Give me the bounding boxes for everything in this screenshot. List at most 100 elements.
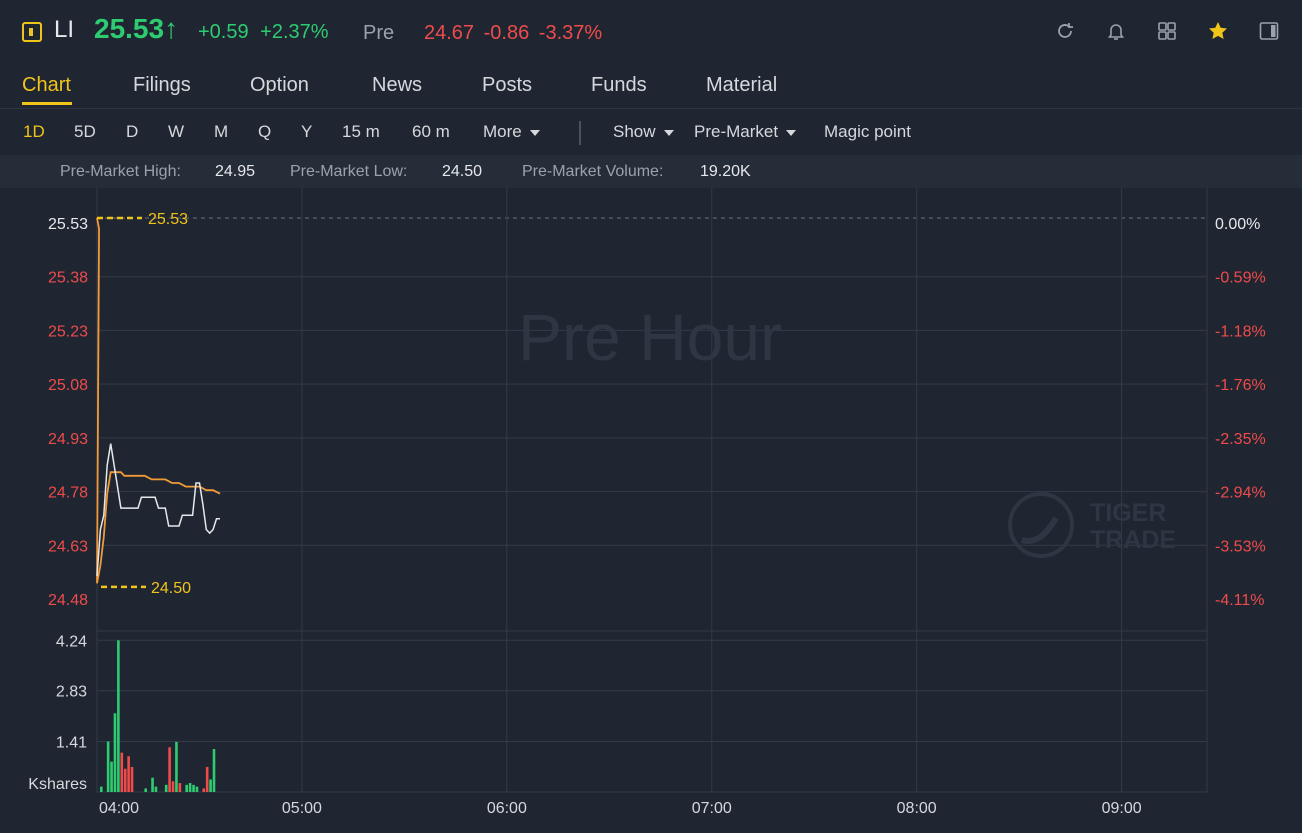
tiger-logo-icon [1008,492,1074,558]
change-percent: +2.37% [260,21,329,43]
panel-icon[interactable] [1258,20,1280,42]
more-label: More [483,122,522,141]
pre-market-low-label: Pre-Market Low: [290,163,408,180]
low-marker-label: 24.50 [151,580,191,597]
brand-watermark-line-2: TRADE [1090,526,1176,554]
tab-material[interactable]: Material [706,74,777,97]
toolbar-divider [579,121,581,145]
star-icon[interactable] [1207,20,1229,42]
period-m[interactable]: M [214,122,228,142]
pre-market-stats: Pre-Market High: 24.95 Pre-Market Low: 2… [0,155,1302,188]
period-15m[interactable]: 15 m [342,122,380,142]
tab-option[interactable]: Option [250,74,309,97]
volume-bar [202,788,206,792]
volume-tick-label: 1.41 [56,735,87,752]
show-dropdown[interactable]: Show [613,122,674,142]
period-5d[interactable]: 5D [74,122,96,142]
volume-bar [185,784,188,792]
pre-market-label: Pre-Market [694,122,779,141]
volume-bar [127,756,130,792]
price-axis: 25.53 25.38 25.23 25.08 24.93 24.78 24.63 24.48 [48,216,88,609]
change-value: +0.59 [198,21,249,43]
volume-bars [100,640,216,792]
period-60m[interactable]: 60 m [412,122,450,142]
pre-market-high-label: Pre-Market High: [60,163,181,180]
period-w[interactable]: W [168,122,184,142]
volume-bar [195,786,199,792]
time-tick-label: 06:00 [487,800,527,817]
price-tick-label: 25.38 [48,270,88,287]
more-dropdown[interactable]: More [483,122,540,142]
volume-bar [144,788,147,792]
time-tick-label: 05:00 [282,800,322,817]
brand-watermark-line-1: TIGER [1090,499,1166,527]
pre-market-volume-label: Pre-Market Volume: [522,163,664,180]
volume-bar [212,749,216,792]
watchlist-toggle-icon[interactable] [22,22,42,42]
bell-icon[interactable] [1105,20,1127,42]
volume-bar [130,766,134,792]
price-change: +0.59 +2.37% [198,21,329,44]
percent-tick-label: -3.53% [1215,538,1266,555]
section-tabs: Chart Filings Option News Posts Funds Ma… [0,64,1302,109]
intraday-chart[interactable]: Pre Hour TIGER TRADE 25.53 25.38 25.23 25.0… [0,188,1302,833]
average-price-line [96,217,221,584]
pre-market-quote: 24.67 -0.86 -3.37% [424,22,602,45]
time-tick-label: 04:00 [99,800,139,817]
show-label: Show [613,122,656,141]
percent-tick-label: -0.59% [1215,270,1266,287]
pre-market-change: -0.86 [483,22,530,44]
price-tick-label: 24.93 [48,431,88,448]
high-marker-label: 25.53 [148,211,188,228]
tab-filings[interactable]: Filings [133,74,191,97]
tab-chart[interactable]: Chart [22,74,71,97]
percent-tick-label: 0.00% [1215,216,1260,233]
percent-axis: 0.00% -0.59% -1.18% -1.76% -2.35% -2.94% -3.53… [1215,216,1266,609]
pre-market-price: 24.67 [424,22,475,44]
volume-bar [178,783,182,792]
period-1d[interactable]: 1D [23,122,45,142]
percent-tick-label: -1.76% [1215,377,1266,394]
percent-tick-label: -2.94% [1215,485,1266,502]
pre-market-change-percent: -3.37% [538,22,603,44]
grid-icon[interactable] [1156,20,1178,42]
chevron-down-icon [529,129,540,136]
ticker-symbol: LI [54,16,75,43]
volume-bar [209,779,212,792]
percent-tick-label: -2.35% [1215,431,1266,448]
price-line [96,443,220,577]
period-d[interactable]: D [126,122,138,142]
volume-bar [154,786,158,792]
chart-toolbar: 1D 5D D W M Q Y 15 m 60 m More Show Pre-… [0,108,1302,154]
price-tick-label: 25.53 [48,216,88,233]
volume-bar [120,752,124,792]
high-low-markers: 25.53 24.50 [97,211,191,597]
time-tick-label: 08:00 [897,800,937,817]
pre-market-label: Pre [363,22,395,44]
volume-bar [192,784,195,792]
price-tick-label: 24.48 [48,592,88,609]
pre-market-volume-value: 19.20K [700,163,751,180]
volume-unit-label: Kshares [28,776,87,793]
volume-bar [100,786,103,792]
tab-news[interactable]: News [372,74,422,97]
tab-funds[interactable]: Funds [591,74,647,97]
tab-posts[interactable]: Posts [482,74,532,97]
tiger-trade-watermark: TIGER TRADE [1008,492,1176,558]
price-tick-label: 25.08 [48,377,88,394]
volume-bar [171,781,175,792]
chevron-down-icon [663,129,674,136]
quote-header: LI 25.53↑ +0.59 +2.37% Pre 24.67 -0.86 -… [0,0,1302,64]
percent-tick-label: -4.11% [1215,592,1265,609]
period-q[interactable]: Q [258,122,271,142]
chevron-down-icon [786,129,797,136]
price-tick-label: 25.23 [48,323,88,340]
pre-market-low-value: 24.50 [442,163,483,180]
pre-market-dropdown[interactable]: Pre-Market [694,122,797,142]
volume-bar [106,741,110,792]
magic-point-button[interactable]: Magic point [824,122,911,142]
refresh-icon[interactable] [1054,20,1076,42]
period-y[interactable]: Y [301,122,312,142]
volume-bar [164,784,168,792]
volume-bar [113,713,117,792]
